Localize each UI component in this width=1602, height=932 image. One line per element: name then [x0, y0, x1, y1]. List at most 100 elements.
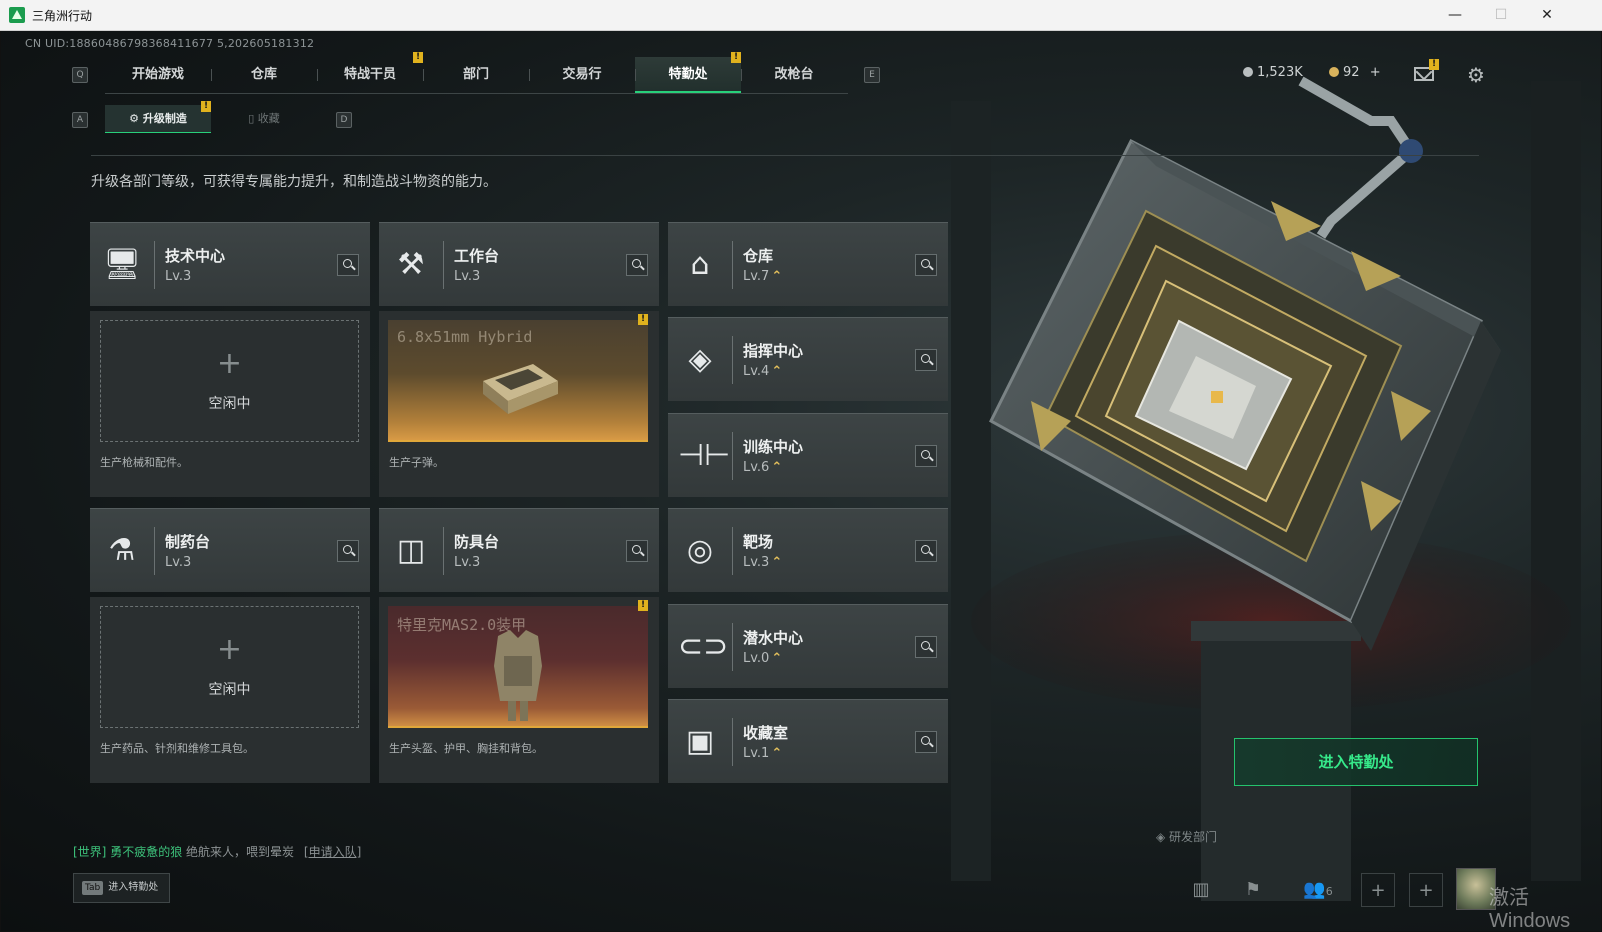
sub-navigation: ⚙ 升级制造 ▯ 收藏 [105, 105, 317, 133]
premium-amount: 92 [1343, 65, 1360, 80]
search-icon[interactable] [626, 254, 648, 276]
idle-slot[interactable]: + 空闲中 [100, 320, 359, 442]
tab-operators[interactable]: 特战干员 [317, 57, 423, 93]
display-case-icon: ▣ [685, 724, 715, 759]
level-text: Lv.1 [743, 746, 770, 761]
search-icon[interactable] [915, 445, 937, 467]
subtab-upgrade-craft[interactable]: ⚙ 升级制造 [105, 105, 211, 133]
search-icon[interactable] [915, 349, 937, 371]
tab-shortcut-hint[interactable]: Tab 进入特勤处 [73, 873, 170, 903]
body-armor-image [494, 630, 542, 721]
facility-card-armor[interactable]: ◫ 防具台 Lv.3 [379, 508, 659, 592]
facility-level: Lv.4 ⌃ [743, 364, 782, 379]
facility-cube-scene: ◈ 研发部门 [951, 76, 1581, 901]
monitor-icon: 🖥 [102, 247, 142, 282]
tab-gunsmith[interactable]: 改枪台 [741, 57, 847, 93]
idle-label: 空闲中 [208, 396, 251, 412]
stats-chart-icon[interactable]: ▥ [1184, 873, 1218, 907]
settings-gear-icon[interactable]: ⚙ [1467, 63, 1485, 87]
chat-channel[interactable]: [世界] [73, 845, 106, 859]
workbench-production-panel: 6.8x51mm Hybrid ! 生产子弹。 [379, 311, 659, 497]
production-item[interactable]: 特里克MAS2.0装甲 [388, 606, 648, 728]
card-divider [154, 527, 155, 575]
tech-production-panel: + 空闲中 生产枪械和配件。 [90, 311, 370, 497]
production-item[interactable]: 6.8x51mm Hybrid [388, 320, 648, 442]
tab-special-ops[interactable]: 特勤处 [635, 57, 741, 93]
premium-coin-icon [1329, 67, 1339, 77]
card-divider [443, 527, 444, 575]
upgrade-available-icon: ⌃ [771, 555, 783, 570]
ammo-box-image [483, 364, 558, 414]
subtab-collection[interactable]: ▯ 收藏 [211, 105, 317, 133]
flag-icon[interactable]: ⚑ [1236, 873, 1270, 907]
tab-market[interactable]: 交易行 [529, 57, 635, 93]
facility-name: 技术中心 [165, 247, 226, 265]
search-icon[interactable] [915, 731, 937, 753]
world-chat-message: [世界] 勇不疲惫的狼 绝航来人，喂到晕炭 [申请入队] [73, 843, 361, 860]
idle-slot[interactable]: + 空闲中 [100, 606, 359, 728]
nav-left-key: Q [72, 67, 88, 83]
rnd-dept-sign: ◈ 研发部门 [1156, 829, 1217, 844]
add-slot-button-2[interactable]: + [1409, 873, 1443, 907]
level-text: Lv.0 [743, 651, 770, 666]
level-text: Lv.4 [743, 364, 770, 379]
workbench-alert-badge: ! [638, 314, 648, 325]
facility-card-workbench[interactable]: ⚒ 工作台 Lv.3 [379, 222, 659, 306]
search-icon[interactable] [915, 254, 937, 276]
tab-hint-label: 进入特勤处 [108, 882, 159, 893]
apply-join-link[interactable]: [申请入队] [304, 845, 361, 859]
facility-card-shooting-range[interactable]: ◎ 靶场 Lv.3 ⌃ [668, 508, 948, 592]
facility-name: 仓库 [743, 247, 774, 265]
search-icon[interactable] [915, 540, 937, 562]
card-divider [732, 336, 733, 384]
facility-card-diving-center[interactable]: ⊂⊃ 潜水中心 Lv.0 ⌃ [668, 604, 948, 688]
card-divider [154, 241, 155, 289]
search-icon[interactable] [626, 540, 648, 562]
facility-card-pharmacy[interactable]: ⚗ 制药台 Lv.3 [90, 508, 370, 592]
maximize-button[interactable]: ☐ [1478, 0, 1524, 31]
chat-username[interactable]: 勇不疲惫的狼 [110, 845, 182, 859]
add-slot-button[interactable]: + [1361, 873, 1395, 907]
armor-production-panel: 特里克MAS2.0装甲 ! 生产头盔、护甲、胸挂和背包。 [379, 597, 659, 783]
card-divider [732, 432, 733, 480]
nav-right-key: E [864, 67, 880, 83]
search-icon[interactable] [337, 540, 359, 562]
coin-balance[interactable]: 1,523K [1243, 65, 1303, 80]
search-icon[interactable] [337, 254, 359, 276]
add-icon: + [216, 346, 243, 381]
minimize-button[interactable]: — [1432, 0, 1478, 31]
enter-special-ops-button[interactable]: 进入特勤处 [1234, 738, 1478, 786]
goggles-icon: ⊂⊃ [678, 629, 729, 664]
tab-department[interactable]: 部门 [423, 57, 529, 93]
product-name: 6.8x51mm Hybrid [397, 328, 533, 346]
facility-card-training-center[interactable]: ⊣⊢ 训练中心 Lv.6 ⌃ [668, 413, 948, 497]
friends-button[interactable]: 👥6 [1296, 873, 1340, 907]
window-title: 三角洲行动 [32, 9, 93, 23]
card-divider [732, 241, 733, 289]
nav-underline [105, 93, 848, 94]
tab-start-game[interactable]: 开始游戏 [105, 57, 211, 93]
card-divider [732, 527, 733, 575]
premium-balance[interactable]: 92 + [1329, 65, 1381, 80]
cubes-icon: ◫ [396, 533, 426, 568]
close-button[interactable]: ✕ [1524, 0, 1570, 31]
tools-icon: ⚒ [397, 247, 425, 282]
facility-card-tech-center[interactable]: 🖥 技术中心 Lv.3 [90, 222, 370, 306]
production-caption: 生产头盔、护甲、胸挂和背包。 [389, 742, 543, 755]
facility-name: 潜水中心 [743, 629, 804, 647]
facility-level: Lv.3 [454, 269, 481, 284]
search-icon[interactable] [915, 636, 937, 658]
upgrade-available-icon: ⌃ [771, 746, 783, 761]
friends-icon: 👥 [1303, 879, 1326, 900]
facility-card-storage[interactable]: ⌂ 仓库 Lv.7 ⌃ [668, 222, 948, 306]
tab-warehouse[interactable]: 仓库 [211, 57, 317, 93]
dumbbell-icon: ⊣⊢ [678, 438, 731, 473]
level-text: Lv.6 [743, 460, 770, 475]
production-caption: 生产枪械和配件。 [100, 456, 188, 469]
add-currency-button[interactable]: + [1370, 65, 1381, 80]
coin-amount: 1,523K [1257, 65, 1303, 80]
facility-card-command-center[interactable]: ◈ 指挥中心 Lv.4 ⌃ [668, 317, 948, 401]
activate-windows-watermark: 激活 Windows [1489, 887, 1571, 931]
page-description: 升级各部门等级，可获得专属能力提升，和制造战斗物资的能力。 [91, 174, 497, 190]
facility-card-collection-room[interactable]: ▣ 收藏室 Lv.1 ⌃ [668, 699, 948, 783]
